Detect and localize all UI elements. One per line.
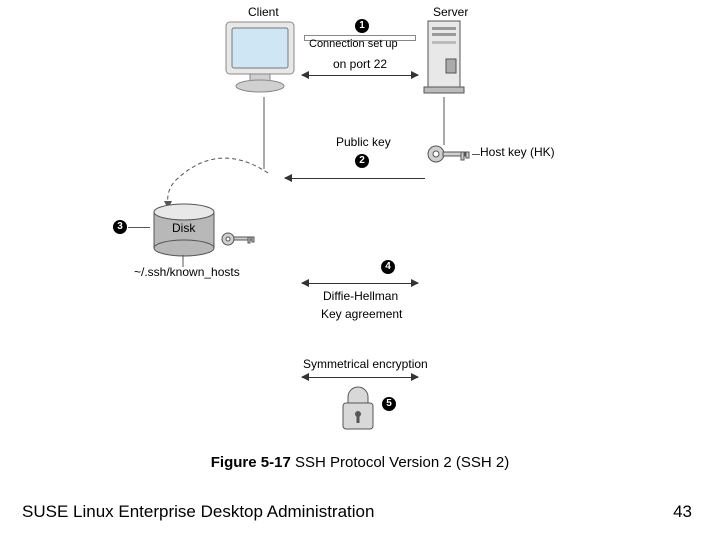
step1-box: Connection set up (304, 35, 416, 41)
callout-1: 1 (355, 19, 369, 33)
ssh-protocol-diagram: Client Server 1 Connection set up on por… (120, 5, 600, 450)
client-label: Client (248, 5, 279, 19)
footer-left: SUSE Linux Enterprise Desktop Administra… (22, 502, 374, 522)
server-label: Server (433, 5, 468, 19)
client-monitor-icon (220, 20, 300, 98)
callout-4: 4 (381, 260, 395, 274)
host-key-label: Host key (HK) (480, 145, 555, 159)
caption-text: SSH Protocol Version 2 (SSH 2) (291, 454, 509, 471)
public-key-label: Public key (336, 135, 391, 149)
padlock-icon (338, 385, 378, 433)
figure-caption: Figure 5-17 SSH Protocol Version 2 (SSH … (0, 454, 720, 471)
step5-arrow (302, 377, 418, 378)
callout-3: 3 (113, 220, 127, 234)
diffie-label: Diffie-Hellman (323, 289, 398, 303)
step4-arrow (302, 283, 418, 284)
step1-arrow (302, 75, 418, 76)
known-hosts-label: ~/.ssh/known_hosts (134, 265, 240, 279)
hostkey-tick (472, 154, 480, 155)
callout-2: 2 (355, 154, 369, 168)
host-key-icon (425, 143, 473, 165)
step2-arrow (285, 178, 425, 179)
step1-line2: on port 22 (333, 57, 387, 71)
callout-5: 5 (382, 397, 396, 411)
key-agree-label: Key agreement (321, 307, 402, 321)
disk-label: Disk (172, 221, 195, 235)
step1-line1: Connection set up (309, 38, 398, 50)
disk-key-icon (220, 230, 260, 248)
page-number: 43 (673, 502, 692, 522)
known-hosts-tick (180, 255, 186, 267)
server-key-line (440, 97, 448, 145)
server-tower-icon (420, 19, 470, 99)
disk-tick (128, 227, 150, 228)
caption-prefix: Figure 5-17 (211, 454, 291, 471)
sym-enc-label: Symmetrical encryption (303, 357, 428, 371)
